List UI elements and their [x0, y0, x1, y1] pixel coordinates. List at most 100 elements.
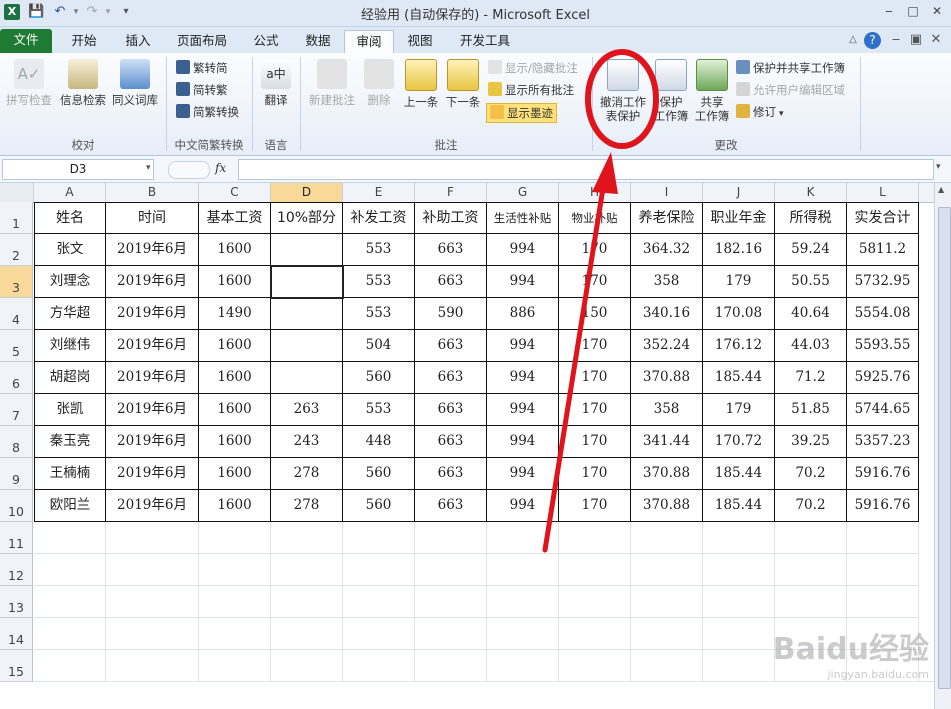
spell-check-button[interactable]: A✓ 拼写检查	[4, 59, 54, 107]
row-header-6[interactable]: 6	[0, 362, 33, 394]
chinese-convert-button[interactable]: 简繁转换	[176, 103, 239, 121]
table-cell[interactable]: 370.88	[631, 458, 703, 490]
empty-cell[interactable]	[559, 522, 631, 554]
row-header-2[interactable]: 2	[0, 234, 33, 266]
table-cell[interactable]: 2019年6月	[106, 458, 199, 490]
tab-view[interactable]: 视图	[398, 30, 442, 53]
table-cell[interactable]: 364.32	[631, 234, 703, 266]
table-cell[interactable]: 1600	[199, 426, 271, 458]
table-cell[interactable]	[271, 234, 343, 266]
empty-cell[interactable]	[34, 650, 106, 682]
table-cell[interactable]: 560	[343, 362, 415, 394]
row-header-9[interactable]: 9	[0, 458, 33, 490]
table-cell[interactable]: 886	[487, 298, 559, 330]
help-icon[interactable]: ?	[864, 32, 881, 49]
table-cell[interactable]: 176.12	[703, 330, 775, 362]
empty-cell[interactable]	[703, 586, 775, 618]
empty-cell[interactable]	[106, 586, 199, 618]
empty-cell[interactable]	[559, 650, 631, 682]
protect-and-share-button[interactable]: 保护并共享工作簿	[736, 59, 845, 77]
empty-cell[interactable]	[703, 554, 775, 586]
table-header-cell[interactable]: 10%部分	[271, 202, 343, 234]
table-cell[interactable]: 刘继伟	[34, 330, 106, 362]
select-all-corner[interactable]	[0, 183, 34, 202]
table-cell[interactable]: 1600	[199, 490, 271, 522]
empty-cell[interactable]	[199, 650, 271, 682]
table-cell[interactable]: 170	[559, 458, 631, 490]
table-cell[interactable]: 278	[271, 490, 343, 522]
table-cell[interactable]: 1600	[199, 234, 271, 266]
empty-cell[interactable]	[631, 618, 703, 650]
table-cell[interactable]: 553	[343, 394, 415, 426]
table-cell[interactable]: 263	[271, 394, 343, 426]
table-cell[interactable]: 340.16	[631, 298, 703, 330]
table-cell[interactable]: 5811.2	[847, 234, 919, 266]
empty-cell[interactable]	[199, 618, 271, 650]
show-ink-button[interactable]: 显示墨迹	[486, 103, 557, 123]
table-cell[interactable]: 170	[559, 362, 631, 394]
restore-icon[interactable]: □	[902, 2, 924, 20]
table-cell[interactable]: 胡超岗	[34, 362, 106, 394]
minimize-icon[interactable]: ‒	[878, 2, 900, 20]
row-header-15[interactable]: 15	[0, 650, 33, 682]
table-cell[interactable]: 70.2	[775, 490, 847, 522]
empty-cell[interactable]	[487, 618, 559, 650]
table-cell[interactable]: 994	[487, 234, 559, 266]
table-cell[interactable]: 59.24	[775, 234, 847, 266]
empty-cell[interactable]	[343, 554, 415, 586]
table-cell[interactable]: 185.44	[703, 362, 775, 394]
table-cell[interactable]: 王楠楠	[34, 458, 106, 490]
table-cell[interactable]: 560	[343, 490, 415, 522]
table-header-cell[interactable]: 姓名	[34, 202, 106, 234]
empty-cell[interactable]	[703, 618, 775, 650]
table-cell[interactable]: 590	[415, 298, 487, 330]
table-cell[interactable]: 5593.55	[847, 330, 919, 362]
table-cell[interactable]: 1600	[199, 394, 271, 426]
empty-cell[interactable]	[847, 586, 919, 618]
table-header-cell[interactable]: 生活性补贴	[487, 202, 559, 234]
column-header-j[interactable]: J	[703, 183, 775, 202]
table-cell[interactable]: 182.16	[703, 234, 775, 266]
table-cell[interactable]: 71.2	[775, 362, 847, 394]
table-cell[interactable]: 2019年6月	[106, 330, 199, 362]
table-cell[interactable]: 994	[487, 426, 559, 458]
table-cell[interactable]	[271, 362, 343, 394]
name-box[interactable]: D3	[2, 159, 154, 180]
formula-bar-resize-handle[interactable]	[168, 161, 210, 179]
column-header-e[interactable]: E	[343, 183, 415, 202]
tab-review[interactable]: 审阅	[344, 30, 394, 54]
table-header-cell[interactable]: 补发工资	[343, 202, 415, 234]
tab-home[interactable]: 开始	[62, 30, 106, 53]
column-header-f[interactable]: F	[415, 183, 487, 202]
table-cell[interactable]: 663	[415, 234, 487, 266]
table-cell[interactable]: 370.88	[631, 362, 703, 394]
track-changes-button[interactable]: 修订 ▾	[736, 103, 784, 121]
table-cell[interactable]: 358	[631, 266, 703, 298]
table-header-cell[interactable]: 基本工资	[199, 202, 271, 234]
table-cell[interactable]: 2019年6月	[106, 394, 199, 426]
table-cell[interactable]: 994	[487, 394, 559, 426]
table-cell[interactable]: 179	[703, 394, 775, 426]
empty-cell[interactable]	[631, 554, 703, 586]
empty-cell[interactable]	[343, 650, 415, 682]
table-cell[interactable]: 170	[559, 394, 631, 426]
table-cell[interactable]: 5925.76	[847, 362, 919, 394]
insert-function-icon[interactable]: fx	[215, 159, 235, 178]
table-cell[interactable]: 994	[487, 330, 559, 362]
empty-cell[interactable]	[199, 586, 271, 618]
table-cell[interactable]: 352.24	[631, 330, 703, 362]
row-header-13[interactable]: 13	[0, 586, 33, 618]
formula-input[interactable]	[238, 159, 934, 180]
empty-cell[interactable]	[271, 522, 343, 554]
table-cell[interactable]: 2019年6月	[106, 266, 199, 298]
table-cell[interactable]: 663	[415, 426, 487, 458]
column-header-i[interactable]: I	[631, 183, 703, 202]
row-header-12[interactable]: 12	[0, 554, 33, 586]
unprotect-sheet-button[interactable]: 撤消工作 表保护	[596, 59, 650, 123]
show-hide-comment-button[interactable]: 显示/隐藏批注	[488, 59, 578, 77]
empty-cell[interactable]	[271, 586, 343, 618]
table-cell[interactable]: 2019年6月	[106, 490, 199, 522]
allow-edit-ranges-button[interactable]: 允许用户编辑区域	[736, 81, 845, 99]
table-cell[interactable]: 2019年6月	[106, 426, 199, 458]
translate-button[interactable]: a中 翻译	[256, 59, 296, 107]
